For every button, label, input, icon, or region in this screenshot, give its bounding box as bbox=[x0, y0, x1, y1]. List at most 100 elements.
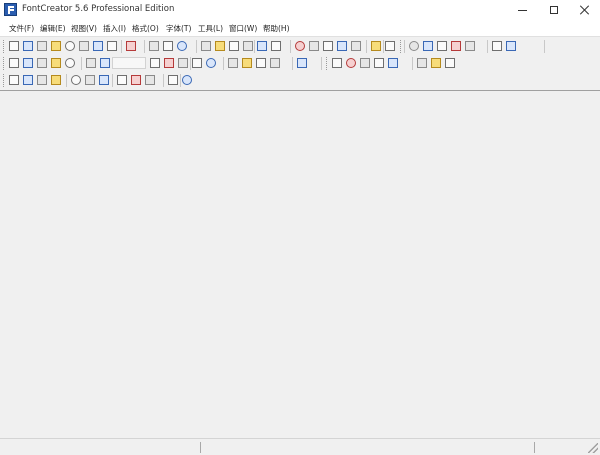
baseline-button[interactable] bbox=[181, 74, 193, 86]
hand-button[interactable] bbox=[36, 57, 48, 69]
maximize-button[interactable] bbox=[539, 0, 569, 20]
toolbar-grip[interactable] bbox=[3, 40, 6, 53]
spacing-button[interactable] bbox=[167, 74, 179, 86]
cut-button[interactable] bbox=[148, 40, 160, 52]
zoom-combo[interactable] bbox=[112, 57, 146, 69]
toolbar-separator bbox=[290, 40, 291, 53]
width-button[interactable] bbox=[144, 74, 156, 86]
mirror-button[interactable] bbox=[444, 57, 456, 69]
toolbar-grip[interactable] bbox=[326, 57, 329, 70]
guides-icon bbox=[164, 58, 174, 68]
measure-icon bbox=[431, 58, 441, 68]
node-button[interactable] bbox=[359, 57, 371, 69]
menu-insert[interactable]: 插入(I) bbox=[103, 23, 126, 34]
outline-button[interactable] bbox=[370, 40, 382, 52]
kerning-button[interactable] bbox=[294, 40, 306, 52]
rotate-button[interactable] bbox=[408, 40, 420, 52]
new-button[interactable] bbox=[8, 40, 20, 52]
menu-font[interactable]: 字体(T) bbox=[166, 23, 191, 34]
open-button[interactable] bbox=[22, 40, 34, 52]
fill-icon bbox=[270, 58, 280, 68]
auto-hint-button[interactable] bbox=[116, 74, 128, 86]
grid-button[interactable] bbox=[149, 57, 161, 69]
toolbar-grip[interactable] bbox=[3, 57, 6, 70]
folder-open-button[interactable] bbox=[36, 40, 48, 52]
find-button[interactable] bbox=[125, 40, 137, 52]
save-all-button[interactable] bbox=[64, 40, 76, 52]
anchor-button[interactable] bbox=[84, 74, 96, 86]
decompose-icon bbox=[71, 75, 81, 85]
menu-view[interactable]: 视图(V) bbox=[71, 23, 97, 34]
paste-button[interactable] bbox=[176, 40, 188, 52]
glyph-properties-button[interactable] bbox=[256, 40, 268, 52]
fontcreator-app-icon[interactable] bbox=[4, 3, 17, 16]
optimize-button[interactable] bbox=[130, 74, 142, 86]
export-button[interactable] bbox=[92, 40, 104, 52]
stroke-button[interactable] bbox=[296, 57, 308, 69]
pen-button[interactable] bbox=[64, 57, 76, 69]
decompose-button[interactable] bbox=[70, 74, 82, 86]
rectangle-button[interactable] bbox=[241, 57, 253, 69]
metrics-button[interactable] bbox=[270, 40, 282, 52]
union-button[interactable] bbox=[464, 40, 476, 52]
knife-button[interactable] bbox=[50, 57, 62, 69]
flip-button[interactable] bbox=[422, 40, 434, 52]
close-button[interactable] bbox=[570, 0, 600, 20]
curve-button[interactable] bbox=[191, 57, 203, 69]
baseline-icon bbox=[182, 75, 192, 85]
export-icon bbox=[93, 41, 103, 51]
link-button[interactable] bbox=[50, 74, 62, 86]
break-button[interactable] bbox=[373, 57, 385, 69]
character-map-button[interactable] bbox=[350, 40, 362, 52]
shape-button[interactable] bbox=[205, 57, 217, 69]
menu-edit[interactable]: 编辑(E) bbox=[40, 23, 66, 34]
transform-button[interactable] bbox=[384, 40, 396, 52]
join-button[interactable] bbox=[387, 57, 399, 69]
mdi-client-area[interactable] bbox=[0, 90, 600, 438]
font-properties-button[interactable] bbox=[106, 40, 118, 52]
snap-button[interactable] bbox=[416, 57, 428, 69]
measure-button[interactable] bbox=[430, 57, 442, 69]
menu-window[interactable]: 窗口(W) bbox=[229, 23, 257, 34]
preview-button[interactable] bbox=[336, 40, 348, 52]
node-icon bbox=[360, 58, 370, 68]
refresh-button[interactable] bbox=[228, 40, 240, 52]
toolbar-grip[interactable] bbox=[3, 74, 6, 87]
menu-help[interactable]: 帮助(H) bbox=[263, 23, 290, 34]
point-button[interactable] bbox=[177, 57, 189, 69]
zoom-out-button[interactable] bbox=[99, 57, 111, 69]
toolbar-grip[interactable] bbox=[400, 40, 403, 53]
menu-tools[interactable]: 工具(L) bbox=[198, 23, 223, 34]
fill-button[interactable] bbox=[269, 57, 281, 69]
intersect-button[interactable] bbox=[491, 40, 503, 52]
transform-icon bbox=[385, 41, 395, 51]
undo-button[interactable] bbox=[200, 40, 212, 52]
lasso-button[interactable] bbox=[22, 57, 34, 69]
components-button[interactable] bbox=[8, 74, 20, 86]
print-button[interactable] bbox=[78, 40, 90, 52]
line-button[interactable] bbox=[227, 57, 239, 69]
skew-button[interactable] bbox=[436, 40, 448, 52]
menu-file[interactable]: 文件(F) bbox=[9, 23, 34, 34]
ellipse-button[interactable] bbox=[255, 57, 267, 69]
contour-button[interactable] bbox=[450, 40, 462, 52]
guides-button[interactable] bbox=[163, 57, 175, 69]
resize-grip-icon[interactable] bbox=[588, 443, 598, 453]
select-button[interactable] bbox=[8, 57, 20, 69]
copy-button[interactable] bbox=[162, 40, 174, 52]
align-button[interactable] bbox=[331, 57, 343, 69]
add-component-button[interactable] bbox=[22, 74, 34, 86]
hint-button[interactable] bbox=[98, 74, 110, 86]
rectangle-icon bbox=[242, 58, 252, 68]
distribute-button[interactable] bbox=[345, 57, 357, 69]
test-button[interactable] bbox=[322, 40, 334, 52]
subtract-button[interactable] bbox=[505, 40, 517, 52]
save-button[interactable] bbox=[50, 40, 62, 52]
remove-component-button[interactable] bbox=[36, 74, 48, 86]
zoom-in-button[interactable] bbox=[85, 57, 97, 69]
import-button[interactable] bbox=[242, 40, 254, 52]
minimize-button[interactable] bbox=[507, 0, 537, 20]
validate-button[interactable] bbox=[308, 40, 320, 52]
redo-button[interactable] bbox=[214, 40, 226, 52]
menu-format[interactable]: 格式(O) bbox=[132, 23, 159, 34]
